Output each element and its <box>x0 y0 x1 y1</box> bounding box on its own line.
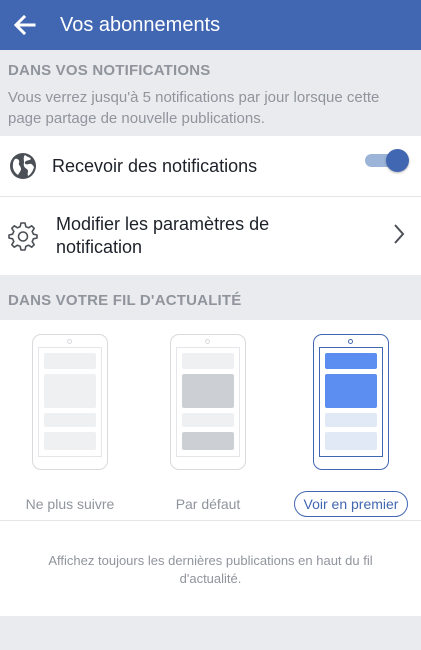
feed-options-panel: Ne plus suivre Par défaut Voir en premie… <box>0 320 421 616</box>
back-button[interactable] <box>0 0 50 50</box>
notification-settings-text: Modifier les paramètres de notification <box>56 213 269 259</box>
notifications-section-description: Vous verrez jusqu'à 5 notifications par … <box>8 89 380 127</box>
feed-footnote: Affichez toujours les dernières publicat… <box>48 553 373 586</box>
notifications-section-title: DANS VOS NOTIFICATIONS <box>8 62 211 79</box>
receive-notifications-row[interactable]: Recevoir des notifications <box>0 136 421 196</box>
notifications-toggle[interactable] <box>363 149 409 172</box>
feed-option-default-label: Par défaut <box>175 496 241 512</box>
notification-settings-label-line1: Modifier les paramètres de <box>56 214 270 234</box>
phone-illustration <box>313 334 389 470</box>
globe-icon <box>8 151 38 181</box>
receive-notifications-label: Recevoir des notifications <box>52 155 258 176</box>
chevron-right-icon <box>393 223 405 250</box>
feed-divider <box>0 520 421 521</box>
arrow-left-icon <box>14 15 36 35</box>
top-app-bar: Vos abonnements <box>0 0 421 50</box>
feed-option-see-first-label[interactable]: Voir en premier <box>293 491 409 517</box>
feed-option-unfollow[interactable]: Ne plus suivre <box>0 334 140 516</box>
gear-icon <box>8 221 38 251</box>
feed-option-see-first[interactable]: Voir en premier <box>281 334 421 517</box>
phone-illustration <box>32 334 108 470</box>
feed-option-default[interactable]: Par défaut <box>138 334 278 516</box>
feed-section-header: DANS VOTRE FIL D'ACTUALITÉ <box>0 275 421 320</box>
toggle-knob <box>386 149 409 172</box>
phone-illustration <box>170 334 246 470</box>
page-title: Vos abonnements <box>60 13 221 36</box>
notification-settings-row[interactable]: Modifier les paramètres de notification <box>0 197 421 275</box>
feed-option-unfollow-label: Ne plus suivre <box>25 496 115 512</box>
notification-settings-label-line2: notification <box>56 237 143 257</box>
feed-section-title: DANS VOTRE FIL D'ACTUALITÉ <box>8 292 242 309</box>
notifications-section-header: DANS VOS NOTIFICATIONS Vous verrez jusqu… <box>0 50 421 136</box>
